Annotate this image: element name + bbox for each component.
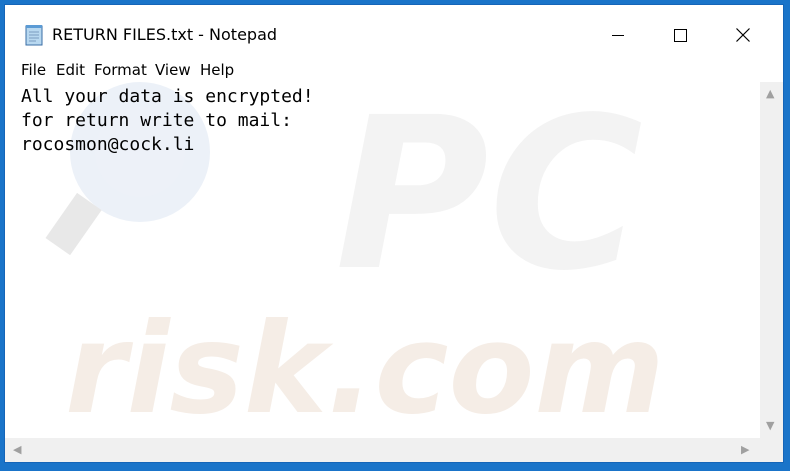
horizontal-scrollbar[interactable]: ◀ ▶ [5,438,760,462]
vertical-scrollbar[interactable]: ▲ ▼ [760,82,783,438]
menu-file[interactable]: File [21,61,46,79]
scroll-down-icon[interactable]: ▼ [766,420,774,431]
text-editor[interactable]: PC risk.com All your data is encrypted! … [5,82,760,438]
scrollbar-corner [760,438,783,462]
maximize-icon [673,28,687,42]
notepad-window: RETURN FILES.txt - Notepad File Edit For… [4,4,784,463]
scroll-right-icon[interactable]: ▶ [741,444,749,455]
window-title: RETURN FILES.txt - Notepad [52,25,278,44]
minimize-button[interactable] [595,19,641,51]
text-line-3: rocosmon@cock.li [21,134,195,155]
title-bar[interactable]: RETURN FILES.txt - Notepad [5,5,783,57]
menu-edit[interactable]: Edit [56,61,85,79]
notepad-icon [25,25,43,46]
text-line-1: All your data is encrypted! [21,86,314,107]
scroll-left-icon[interactable]: ◀ [13,444,21,455]
menu-bar: File Edit Format View Help [5,57,783,81]
watermark-text: risk.com [65,297,665,438]
watermark-pc: PC [335,82,643,317]
text-line-2: for return write to mail: [21,110,292,131]
menu-view[interactable]: View [155,61,191,79]
menu-help[interactable]: Help [200,61,234,79]
scroll-up-icon[interactable]: ▲ [766,88,774,99]
menu-format[interactable]: Format [94,61,147,79]
minimize-icon [612,35,624,36]
maximize-button[interactable] [657,19,703,51]
close-icon [736,28,750,42]
close-button[interactable] [720,19,766,51]
